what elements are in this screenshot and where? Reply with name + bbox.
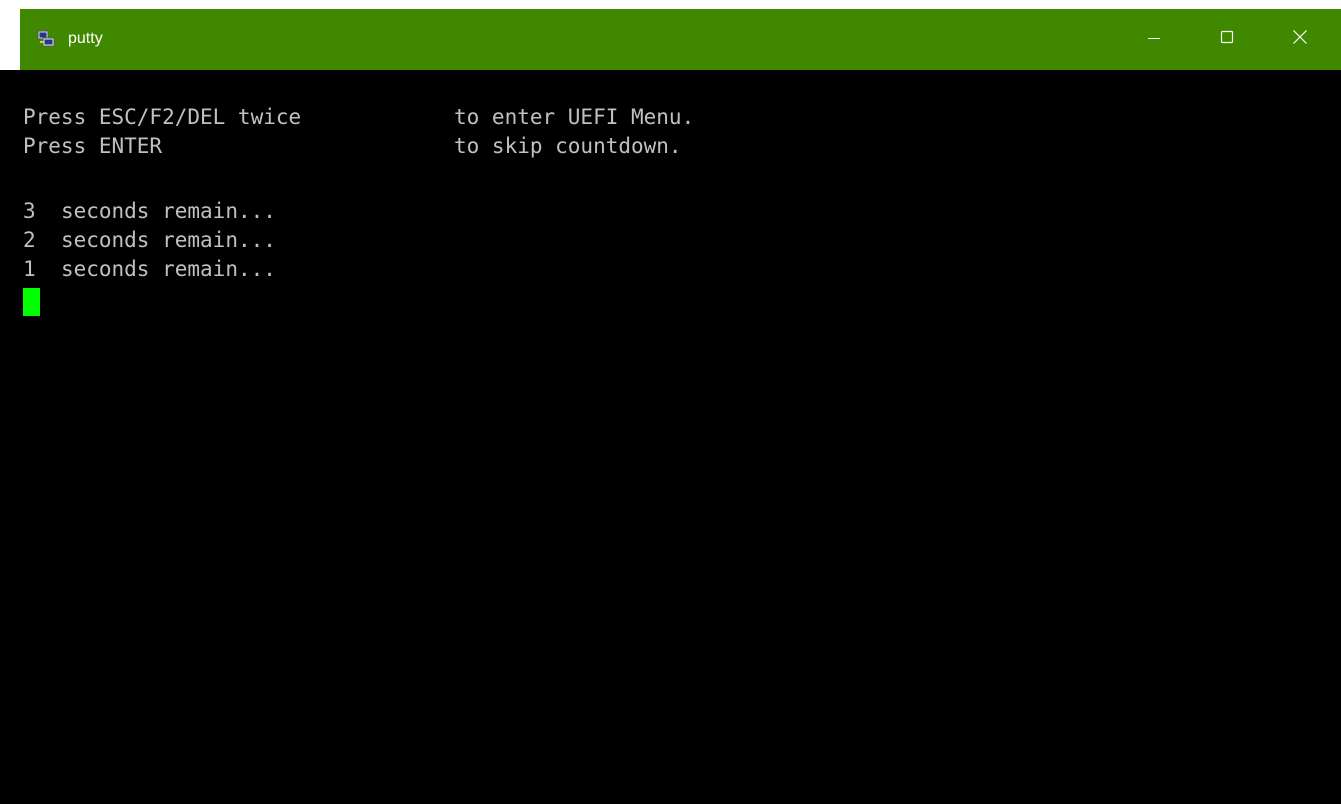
terminal-screen[interactable]: Press ESC/F2/DEL twice to enter UEFI Men…	[20, 70, 1341, 804]
close-button[interactable]	[1271, 9, 1329, 70]
maximize-icon	[1220, 30, 1234, 49]
terminal-cursor	[23, 288, 40, 316]
putty-window: putty Press ESC/F2/DEL twice to enter UE…	[0, 0, 1341, 804]
countdown-number: 2	[23, 228, 36, 252]
title-bar[interactable]: putty	[20, 9, 1341, 70]
countdown-line-3: 3 seconds remain...	[23, 197, 276, 226]
countdown-number: 3	[23, 199, 36, 223]
maximize-button[interactable]	[1198, 9, 1256, 70]
prompt-action-uefi: to enter UEFI Menu.	[454, 105, 695, 129]
countdown-text: seconds remain...	[60, 199, 276, 223]
prompt-key-esc: Press ESC/F2/DEL twice	[23, 105, 302, 129]
putty-app-icon[interactable]	[37, 30, 55, 48]
close-icon	[1292, 29, 1308, 50]
minimize-button[interactable]	[1125, 9, 1183, 70]
screen-left-edge	[0, 0, 20, 70]
screen-top-edge	[0, 0, 1341, 9]
window-title: putty	[68, 30, 103, 47]
prompt-key-enter: Press ENTER	[23, 134, 163, 158]
minimize-icon	[1148, 31, 1160, 49]
countdown-number: 1	[23, 257, 36, 281]
countdown-text: seconds remain...	[60, 257, 276, 281]
countdown-line-2: 2 seconds remain...	[23, 226, 276, 255]
prompt-action-skip: to skip countdown.	[454, 134, 682, 158]
countdown-text: seconds remain...	[60, 228, 276, 252]
countdown-line-1: 1 seconds remain...	[23, 255, 276, 284]
